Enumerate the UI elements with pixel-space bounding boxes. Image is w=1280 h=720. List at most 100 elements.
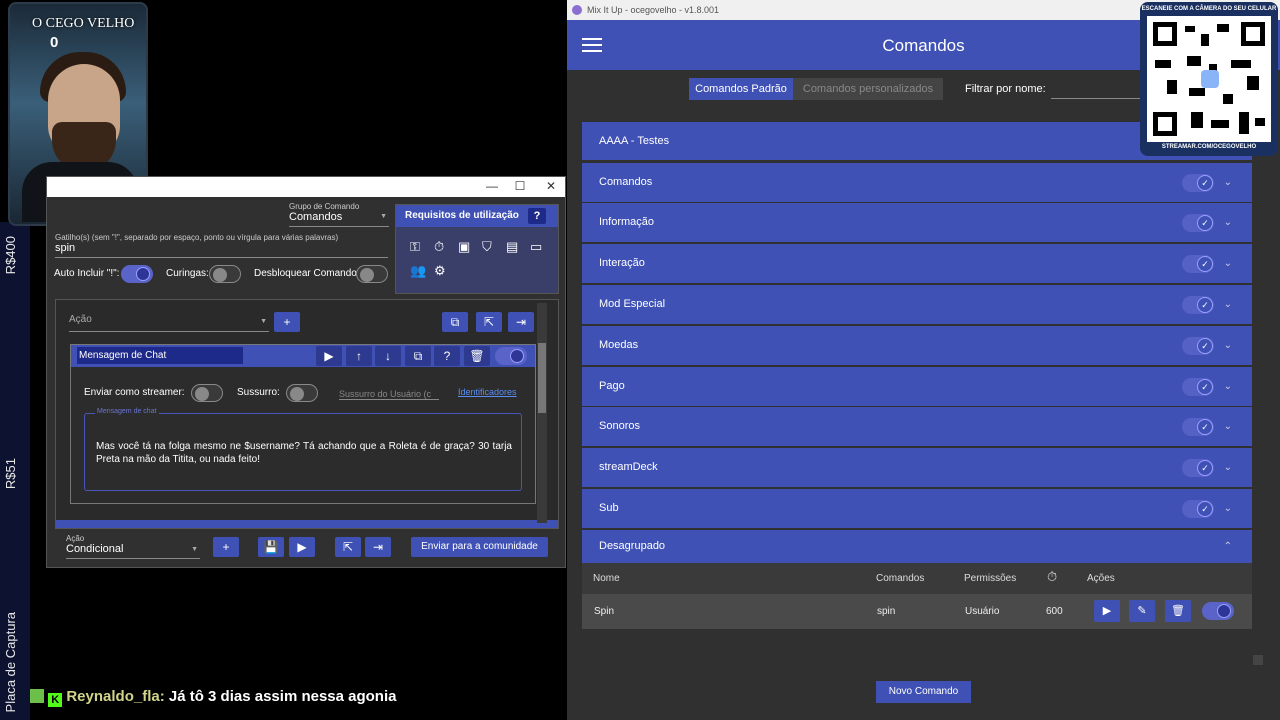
export-actions-button[interactable]: ⇱ — [476, 312, 502, 332]
delete-icon[interactable]: 🗑 — [1165, 600, 1191, 622]
tab-standard-commands[interactable]: Comandos Padrão — [689, 78, 793, 100]
group-toggle[interactable]: ✓ — [1182, 459, 1214, 477]
group-name: Sub — [599, 502, 619, 514]
group-toggle[interactable]: ✓ — [1182, 255, 1214, 273]
chevron-down-icon[interactable]: ⌄ — [1224, 489, 1232, 528]
delete-icon[interactable]: 🗑 — [464, 346, 490, 366]
play-icon[interactable]: ▶ — [1094, 600, 1120, 622]
gear-icon[interactable]: ⚙ — [434, 263, 446, 279]
add-action-button[interactable]: + — [274, 312, 300, 332]
side-label-51: R$51 — [3, 458, 18, 490]
group-name: Desagrupado — [599, 540, 666, 552]
chevron-down-icon[interactable]: ⌄ — [1224, 367, 1232, 406]
wildcards-toggle[interactable] — [209, 265, 241, 283]
duplicate-icon[interactable]: ⧉ — [405, 346, 431, 366]
terminal-icon[interactable]: ▭ — [530, 239, 542, 255]
group-toggle[interactable]: ✓ — [1182, 214, 1214, 232]
requirements-title-text: Requisitos de utilização — [405, 210, 519, 221]
chevron-down-icon[interactable]: ⌄ — [1224, 203, 1232, 242]
group-toggle[interactable]: ✓ — [1182, 500, 1214, 518]
new-command-button[interactable]: Novo Comando — [876, 681, 971, 703]
group-moedas[interactable]: Moedas ✓ ⌄ — [582, 326, 1252, 365]
import-actions-button[interactable]: ⇥ — [508, 312, 534, 332]
group-name: Sonoros — [599, 420, 640, 432]
play-icon[interactable]: ▶ — [316, 346, 342, 366]
chevron-down-icon[interactable]: ⌄ — [1224, 163, 1232, 202]
command-name: Spin — [594, 606, 615, 617]
message-textarea[interactable]: Mensagem de chat Mas você tá na folga me… — [84, 408, 522, 491]
side-label-400: R$400 — [3, 236, 18, 275]
maximize-icon[interactable]: ☐ — [510, 179, 530, 193]
group-streamdeck[interactable]: streamDeck ✓ ⌄ — [582, 448, 1252, 487]
run-icon[interactable]: ▶ — [289, 537, 315, 557]
stream-chat-line: K Reynaldo_fla: Já tô 3 dias assim nessa… — [30, 688, 396, 707]
chevron-up-icon[interactable]: ⌃ — [1224, 530, 1232, 563]
group-toggle[interactable]: ✓ — [1182, 174, 1214, 192]
filter-input[interactable] — [1051, 84, 1141, 99]
trigger-input[interactable]: spin — [55, 242, 388, 258]
whisper-toggle[interactable] — [286, 384, 318, 402]
action-select[interactable]: Ação ▼ — [69, 314, 269, 332]
chevron-down-icon[interactable]: ⌄ — [1224, 448, 1232, 487]
tab-custom-commands[interactable]: Comandos personalizados — [793, 78, 943, 100]
group-mod-especial[interactable]: Mod Especial ✓ ⌄ — [582, 285, 1252, 324]
group-pago[interactable]: Pago ✓ ⌄ — [582, 367, 1252, 406]
whisper-user-input[interactable]: Sussurro do Usuário (c — [339, 389, 439, 400]
copy-actions-button[interactable]: ⧉ — [442, 312, 468, 332]
group-desagrupado[interactable]: Desagrupado ⌃ — [582, 530, 1252, 563]
timer-icon[interactable]: ⏱ — [434, 239, 444, 255]
command-trigger: spin — [877, 606, 896, 617]
table-row[interactable]: Spin spin Usuário 600 ▶ ✎ 🗑 — [582, 594, 1252, 629]
scrollbar-thumb[interactable] — [538, 343, 546, 413]
chevron-down-icon[interactable]: ⌄ — [1224, 285, 1232, 324]
minimize-icon[interactable]: — — [482, 179, 502, 193]
close-icon[interactable]: ✕ — [541, 179, 561, 193]
action-select-placeholder: Ação — [69, 314, 92, 325]
qr-top-text: ESCANEIE COM A CÂMERA DO SEU CELULAR — [1141, 6, 1277, 12]
group-name: Pago — [599, 380, 625, 392]
edit-icon[interactable]: ✎ — [1129, 600, 1155, 622]
group-toggle[interactable]: ✓ — [1182, 296, 1214, 314]
chevron-down-icon[interactable]: ⌄ — [1224, 407, 1232, 446]
group-interacao[interactable]: Interação ✓ ⌄ — [582, 244, 1252, 283]
chevron-down-icon[interactable]: ⌄ — [1224, 244, 1232, 283]
users-icon[interactable]: 👥 — [410, 263, 426, 279]
mixitup-window-title: Mix It Up - ocegovelho - v1.8.001 — [587, 5, 720, 15]
save-icon[interactable]: 💾 — [258, 537, 284, 557]
qr-logo-icon — [1201, 70, 1219, 88]
help-icon[interactable]: ? — [528, 208, 546, 224]
col-actions: Ações — [1087, 573, 1115, 584]
move-down-icon[interactable]: ↓ — [375, 346, 401, 366]
chevron-down-icon[interactable]: ⌄ — [1224, 326, 1232, 365]
shield-icon[interactable]: ⛉ — [482, 239, 492, 255]
send-community-button[interactable]: Enviar para a comunidade — [411, 537, 548, 557]
currency-icon[interactable]: ▣ — [458, 239, 470, 255]
send-as-streamer-toggle[interactable] — [191, 384, 223, 402]
unlock-toggle[interactable] — [356, 265, 388, 283]
help-icon[interactable]: ? — [434, 346, 460, 366]
identifiers-link[interactable]: Identificadores — [458, 387, 517, 397]
group-toggle[interactable]: ✓ — [1182, 337, 1214, 355]
archive-icon[interactable]: ▤ — [506, 239, 518, 255]
group-name: Mod Especial — [599, 298, 666, 310]
command-enabled-toggle[interactable] — [1202, 602, 1234, 620]
scrollbar[interactable] — [537, 303, 547, 523]
key-icon[interactable]: ⚿ — [410, 239, 420, 255]
auto-include-toggle[interactable] — [121, 265, 153, 283]
bottom-action-select[interactable]: Condicional ▼ — [66, 543, 200, 559]
move-up-icon[interactable]: ↑ — [346, 346, 372, 366]
action-enabled-toggle[interactable] — [495, 347, 527, 365]
group-select[interactable]: Comandos ▼ — [289, 211, 389, 227]
group-toggle[interactable]: ✓ — [1182, 378, 1214, 396]
resize-grip[interactable] — [1253, 655, 1263, 665]
group-comandos[interactable]: Comandos ✓ ⌄ — [582, 163, 1252, 202]
export-icon[interactable]: ⇱ — [335, 537, 361, 557]
group-toggle[interactable]: ✓ — [1182, 418, 1214, 436]
add-bottom-action-button[interactable]: + — [213, 537, 239, 557]
chevron-down-icon: ▼ — [260, 318, 267, 325]
import-icon[interactable]: ⇥ — [365, 537, 391, 557]
group-informacao[interactable]: Informação ✓ ⌄ — [582, 203, 1252, 242]
group-sub[interactable]: Sub ✓ ⌄ — [582, 489, 1252, 528]
chat-action-name[interactable]: Mensagem de Chat — [77, 347, 243, 364]
group-sonoros[interactable]: Sonoros ✓ ⌄ — [582, 407, 1252, 446]
